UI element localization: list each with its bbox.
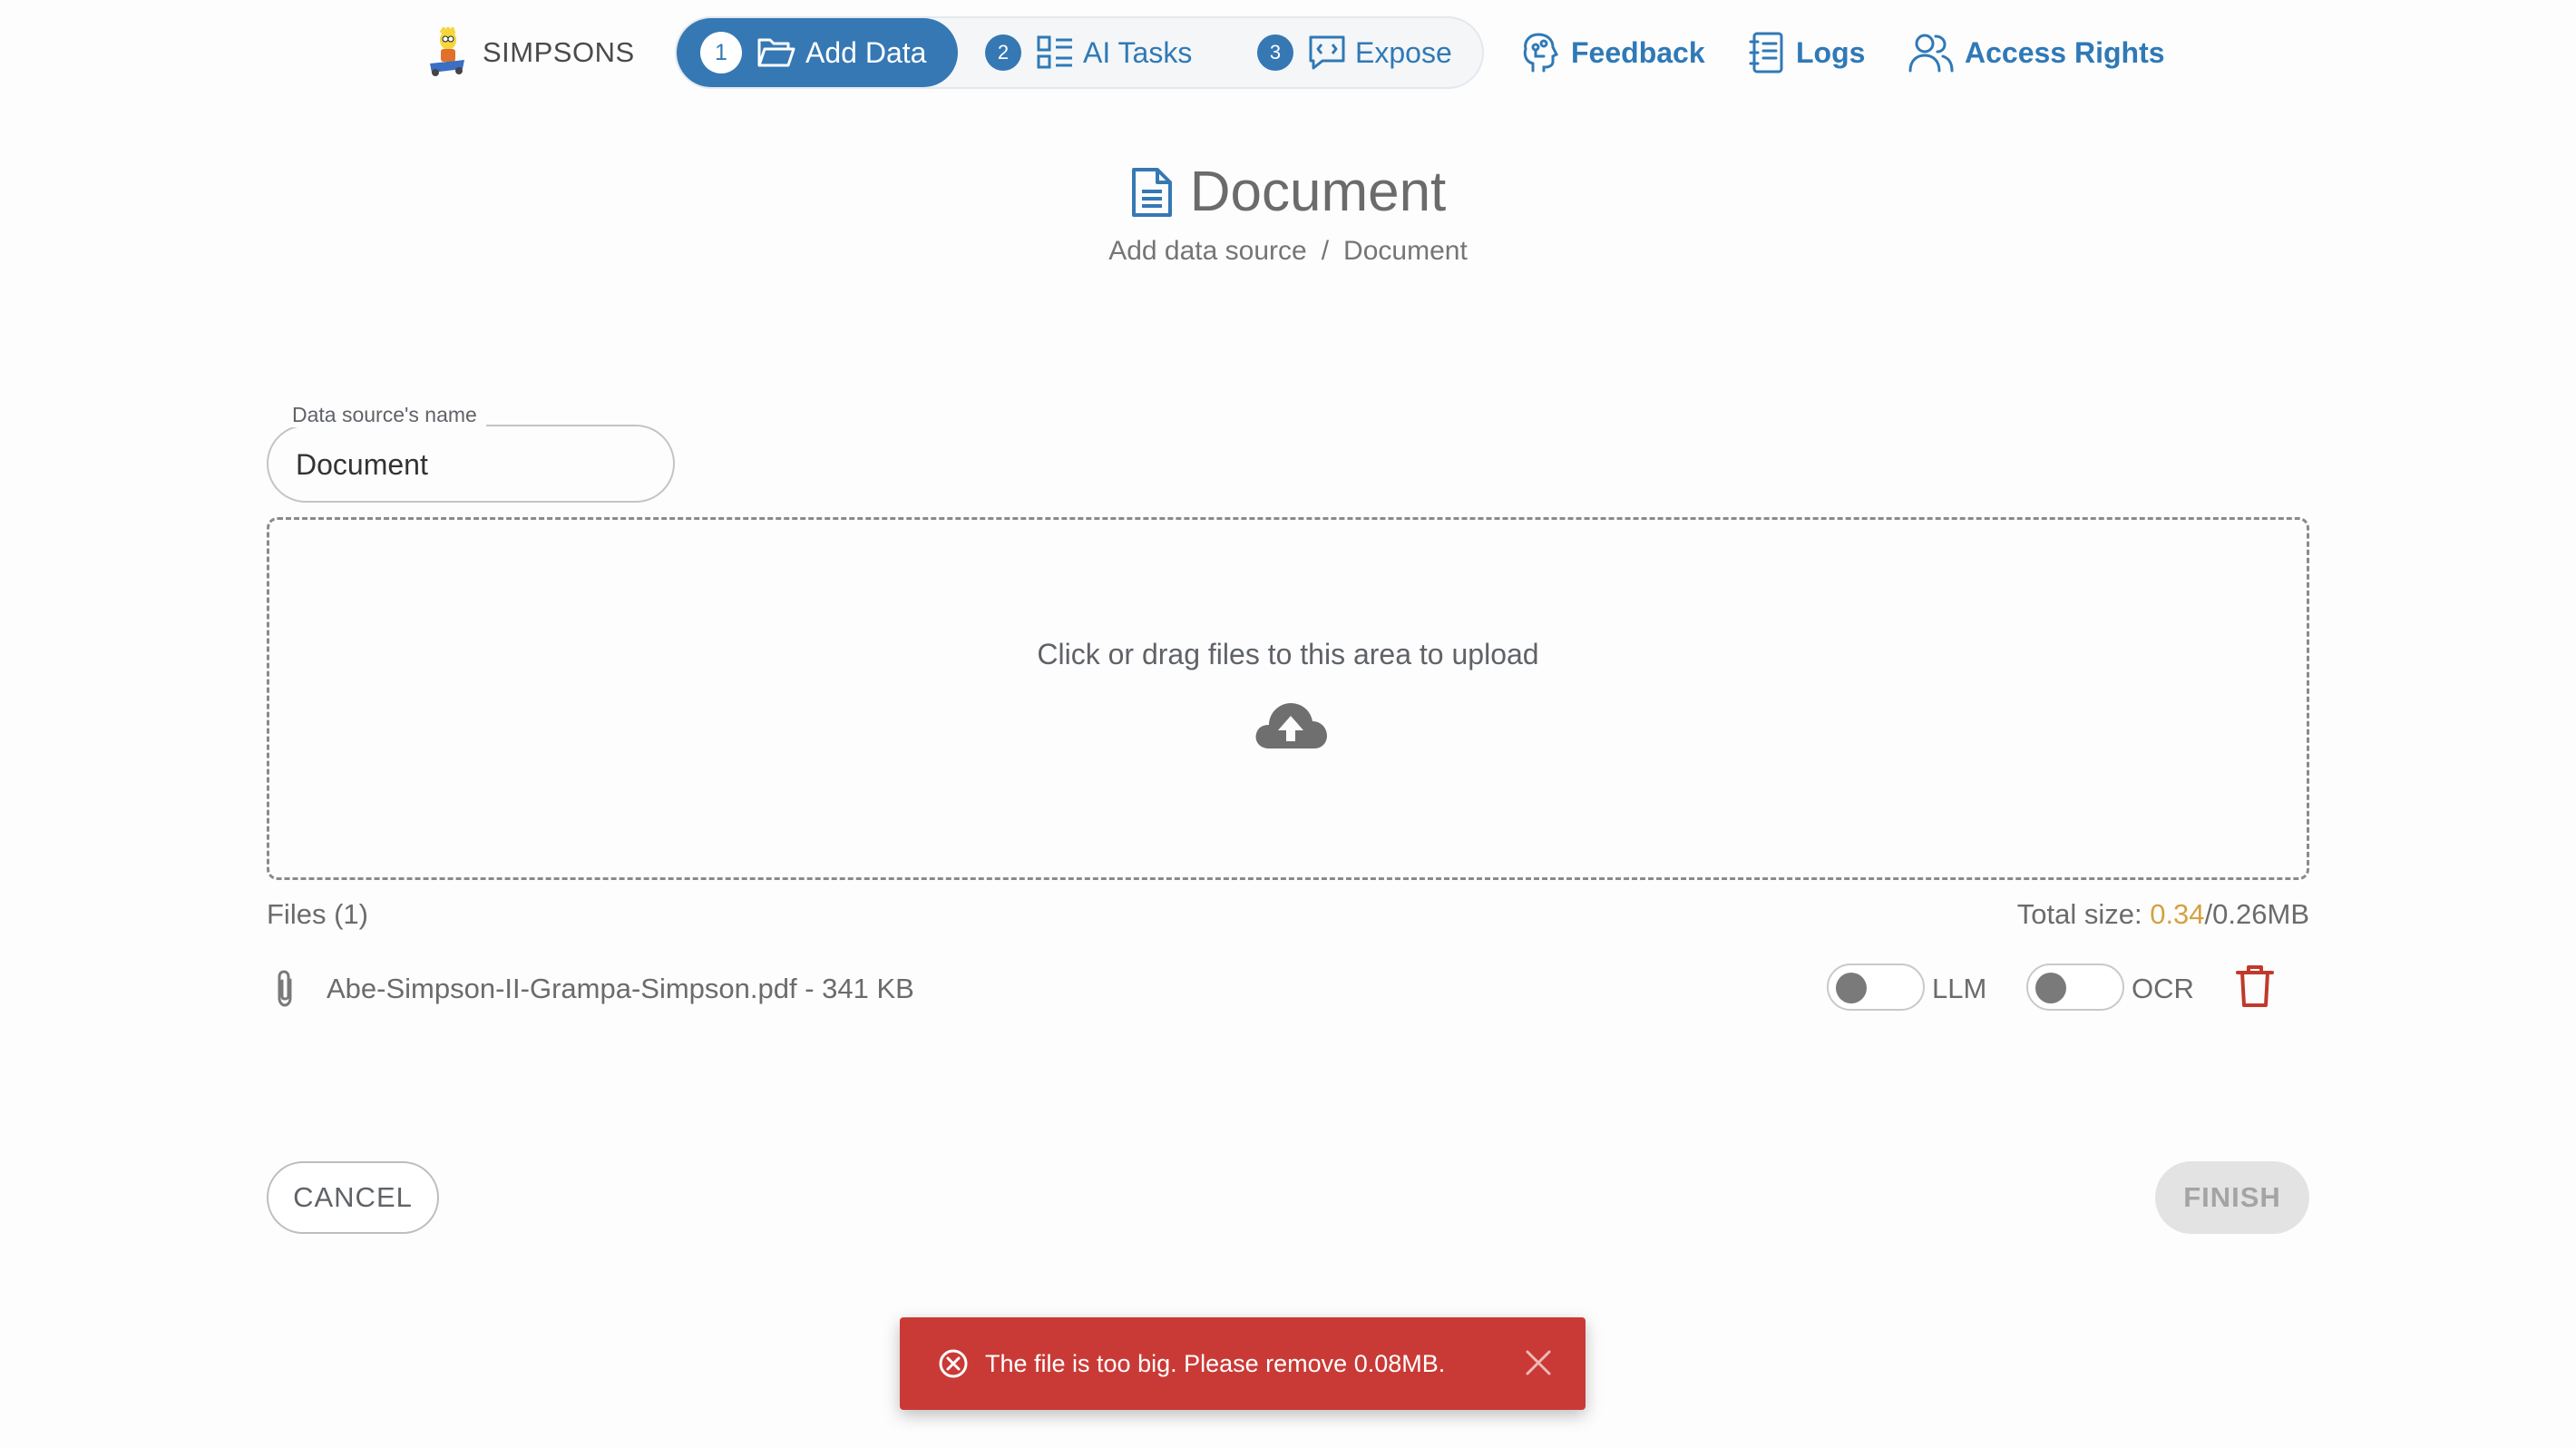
cancel-button[interactable]: CANCEL xyxy=(267,1161,439,1234)
close-icon[interactable] xyxy=(1524,1348,1553,1377)
page-title: Document xyxy=(1189,161,1447,223)
simpsons-logo-icon xyxy=(430,27,464,76)
file-row: Abe-Simpson-II-Grampa-Simpson.pdf - 341 … xyxy=(267,964,2309,1014)
ocr-toggle[interactable] xyxy=(2026,964,2124,1011)
toast-message: The file is too big. Please remove 0.08M… xyxy=(985,1349,1446,1377)
total-size: Total size: 0.34/0.26MB xyxy=(2017,898,2309,931)
toggle-knob xyxy=(1836,973,1867,1003)
total-size-used: 0.34 xyxy=(2150,898,2205,930)
step-add-data[interactable]: 1 Add Data xyxy=(677,18,958,87)
error-toast: The file is too big. Please remove 0.08M… xyxy=(900,1317,1586,1410)
step-label: Expose xyxy=(1355,35,1452,69)
file-name: Abe-Simpson-II-Grampa-Simpson.pdf - 341 … xyxy=(327,973,914,1004)
cloud-upload-icon xyxy=(1255,703,1327,748)
nav-logs-label: Logs xyxy=(1796,35,1866,69)
error-circle-icon xyxy=(939,1349,968,1378)
toggle-knob xyxy=(2035,973,2066,1003)
step-number: 3 xyxy=(1257,34,1293,71)
step-label: Add Data xyxy=(805,35,927,69)
trash-icon[interactable] xyxy=(2235,964,2275,1009)
breadcrumb-current: Document xyxy=(1343,236,1468,266)
document-icon xyxy=(1131,167,1172,217)
breadcrumb-separator: / xyxy=(1321,236,1330,266)
nav-access-rights[interactable]: Access Rights xyxy=(1908,25,2165,80)
folder-open-icon xyxy=(756,35,796,70)
total-size-limit: /0.26MB xyxy=(2204,898,2309,930)
total-size-prefix: Total size: xyxy=(2016,898,2151,930)
llm-toggle[interactable] xyxy=(1827,964,1925,1011)
nav-logs[interactable]: Logs xyxy=(1749,25,1865,80)
tasks-list-icon xyxy=(1036,34,1074,71)
breadcrumb: Add data source / Document xyxy=(0,236,2576,267)
users-icon xyxy=(1908,34,1954,73)
nav-access-rights-label: Access Rights xyxy=(1965,35,2165,69)
file-upload-dropzone[interactable]: Click or drag files to this area to uplo… xyxy=(267,517,2309,880)
brand-name: SIMPSONS xyxy=(483,36,635,68)
step-label: AI Tasks xyxy=(1083,35,1193,69)
workflow-stepper: 1 Add Data 2 AI Tasks 3 Expose xyxy=(675,16,1484,89)
chat-bubble-icon xyxy=(1308,34,1346,71)
finish-button[interactable]: FINISH xyxy=(2155,1161,2309,1234)
data-source-name-label: Data source's name xyxy=(283,403,486,427)
llm-toggle-label: LLM xyxy=(1932,973,1987,1004)
dropzone-text: Click or drag files to this area to uplo… xyxy=(1037,638,1539,670)
page-header: Document xyxy=(0,160,2576,224)
data-source-name-field[interactable] xyxy=(267,425,675,503)
paperclip-icon xyxy=(278,970,292,1007)
step-ai-tasks[interactable]: 2 AI Tasks xyxy=(985,18,1192,87)
step-number: 2 xyxy=(985,34,1021,71)
files-count: Files (1) xyxy=(267,898,368,930)
breadcrumb-parent[interactable]: Add data source xyxy=(1108,236,1306,266)
step-expose[interactable]: 3 Expose xyxy=(1257,18,1452,87)
brain-feedback-icon xyxy=(1523,33,1559,73)
notebook-logs-icon xyxy=(1749,32,1783,73)
ocr-toggle-label: OCR xyxy=(2132,973,2194,1004)
step-number: 1 xyxy=(700,32,742,73)
brand[interactable]: SIMPSONS xyxy=(424,25,635,80)
nav-feedback-label: Feedback xyxy=(1571,35,1705,69)
data-source-name-input[interactable] xyxy=(296,445,640,484)
nav-feedback[interactable]: Feedback xyxy=(1520,25,1705,80)
